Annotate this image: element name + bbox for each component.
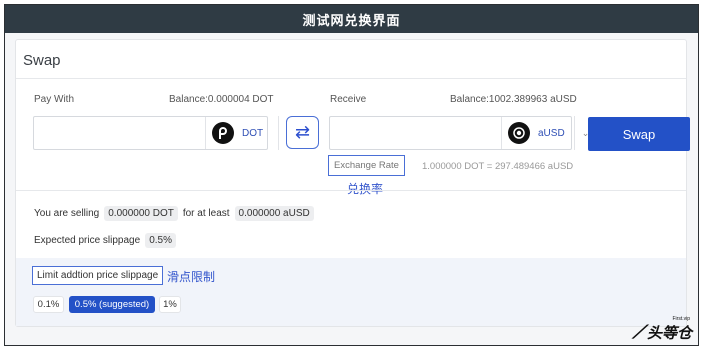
receive-amount-input[interactable] [330,117,501,149]
divider [16,190,686,191]
divider [16,78,686,79]
pay-balance: Balance:0.000004 DOT [169,94,274,105]
swap-button[interactable]: Swap [588,117,690,151]
swap-page: Swap Pay With Balance:0.000004 DOT DOT ⌄… [5,33,698,345]
pay-with-label: Pay With [34,94,75,105]
swoosh-icon: ⟋ [632,322,645,342]
selling-summary: You are selling 0.000000 DOT for at leas… [34,206,314,221]
slippage-option-1[interactable]: 1% [159,296,181,313]
polkadot-logo-icon [212,122,234,144]
selling-prefix: You are selling [34,208,100,219]
receive-balance: Balance:1002.389963 aUSD [450,94,577,105]
annotation-exchange-rate: 兑换率 [347,182,384,196]
expected-slippage-row: Expected price slippage 0.5% [34,233,176,248]
pay-amount-input[interactable] [34,117,205,149]
pay-token-name: DOT [242,127,264,139]
window-titlebar: 测试网兑换界面 [5,5,698,33]
exchange-rate-label: Exchange Rate [328,155,405,176]
watermark-text: 头等仓 First.vip [646,316,692,342]
annotation-slippage-limit: 滑点限制 [167,270,216,284]
expected-slippage-label: Expected price slippage [34,235,141,246]
window-title: 测试网兑换界面 [302,12,401,28]
exchange-rate-value: 1.000000 DOT = 297.489466 aUSD [422,161,574,172]
acala-logo-icon [508,122,530,144]
receive-token-name: aUSD [538,127,565,139]
swap-arrows-icon: ⇄ [294,122,311,142]
slippage-option-0-5-suggested[interactable]: 0.5% (suggested) [69,296,155,313]
expected-slippage-value: 0.5% [145,233,176,248]
selling-amount: 0.000000 DOT [104,206,178,221]
window-frame: 测试网兑换界面 Swap Pay With Balance:0.000004 D… [4,4,699,346]
receive-field: aUSD ⌄ [329,116,589,150]
page-title: Swap [23,52,61,69]
slippage-option-0-1[interactable]: 0.1% [33,296,64,313]
pay-field: DOT ⌄ [33,116,293,150]
receive-token-select[interactable]: aUSD ⌄ [501,116,602,150]
watermark-logo: ⟋ 头等仓 First.vip [632,316,692,343]
limit-slippage-label: Limit addtion price slippage [32,266,164,285]
receive-label: Receive [330,94,367,105]
selling-receive: 0.000000 aUSD [234,206,314,221]
selling-middle: for at least [182,208,230,219]
swap-card: Swap Pay With Balance:0.000004 DOT DOT ⌄… [15,39,690,327]
watermark-small-text: First.vip [672,316,691,322]
switch-direction-button[interactable]: ⇄ [286,116,319,149]
